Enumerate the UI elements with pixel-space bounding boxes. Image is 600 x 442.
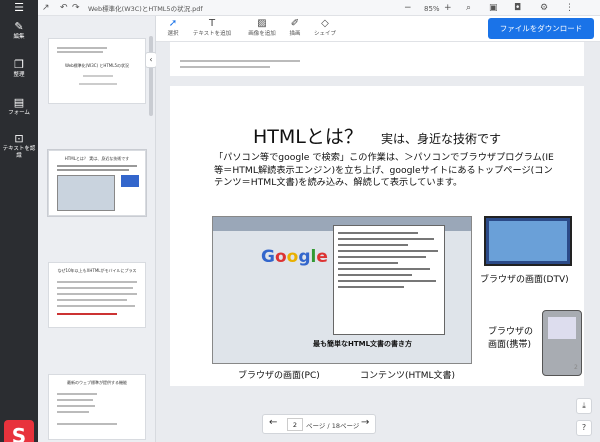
hamburger-menu-icon[interactable]: ☰	[0, 0, 38, 16]
tool-add-image[interactable]: ▨ 画像を追加	[244, 17, 280, 38]
settings-icon[interactable]: ⚙	[540, 2, 548, 14]
pen-icon: ✐	[290, 18, 300, 29]
page-navigator: ← 2 ページ / 18ページ →	[262, 414, 376, 434]
tool-select[interactable]: ➚ 選択	[162, 17, 184, 38]
label-browser-pc: ブラウザの画面(PC)	[238, 371, 320, 381]
download-file-button[interactable]: ファイルをダウンロード	[488, 18, 594, 39]
shape-icon: ◇	[321, 18, 329, 29]
tool-add-text[interactable]: T テキストを追加	[190, 17, 234, 38]
redo-icon[interactable]: ↷	[72, 2, 80, 14]
app-logo: S	[4, 420, 34, 442]
rail-item-edit[interactable]: ✎ 編集	[0, 20, 38, 41]
total-pages-label: ページ / 18ページ	[306, 422, 360, 430]
label-browser-dtv: ブラウザの画面(DTV)	[480, 275, 569, 285]
thumbnail-panel: Web標準化(W3C) とHTML5の状況 HTMLとは？ 実は、身近な技術です…	[38, 16, 156, 442]
window-title: Web標準化(W3C)とHTML5の状況.pdf	[88, 5, 203, 13]
toolbar: ➚ 選択 T テキストを追加 ▨ 画像を追加 ✐ 描画 ◇ シェイプ ファイルを…	[156, 16, 600, 42]
dtv-screenshot	[484, 216, 572, 266]
download-icon[interactable]: ⤓	[576, 398, 592, 414]
image-icon: ▨	[257, 18, 267, 29]
google-logo-image: Google	[261, 247, 328, 267]
pages-icon: ❐	[14, 58, 24, 71]
rail-item-ocr[interactable]: ⊡ テキストを認識	[0, 132, 38, 160]
zoom-in-icon[interactable]: +	[444, 2, 452, 14]
thumbnail-scrollbar[interactable]	[149, 36, 153, 116]
slide-title: HTMLとは？ 実は、身近な技術です	[252, 126, 501, 148]
save-icon[interactable]: ▣	[489, 2, 498, 14]
cursor-icon: ➚	[168, 18, 178, 29]
screenshot-caption: 最も簡単なHTML文書の書き方	[313, 340, 413, 348]
help-icon[interactable]: ?	[576, 420, 592, 436]
ocr-icon: ⊡	[14, 132, 24, 145]
zoom-level[interactable]: 85%	[424, 3, 440, 15]
undo-icon[interactable]: ↶	[60, 2, 68, 14]
pencil-icon: ✎	[14, 20, 24, 33]
label-browser-mobile-2: 画面(携帯)	[488, 340, 532, 350]
prev-page-icon[interactable]: ←	[269, 417, 277, 428]
thumbnail-page-3[interactable]: なぜ10年以上もXHTMLがモバイルにプラス	[48, 262, 146, 328]
label-browser-mobile-1: ブラウザの	[488, 327, 534, 337]
html-source-window	[333, 225, 445, 335]
thumbnail-page-2[interactable]: HTMLとは？ 実は、身近な技術です	[47, 149, 147, 217]
form-icon: ▤	[13, 96, 25, 109]
rail-item-form[interactable]: ▤ フォーム	[0, 96, 38, 117]
thumbnail-page-1[interactable]: Web標準化(W3C) とHTML5の状況	[48, 38, 146, 104]
rail-item-organize[interactable]: ❐ 整理	[0, 58, 38, 79]
left-rail: ☰ ✎ 編集 ❐ 整理 ▤ フォーム ⊡ テキストを認識 S	[0, 0, 38, 442]
current-page-input[interactable]: 2	[287, 418, 303, 431]
zoom-out-icon[interactable]: −	[404, 2, 412, 14]
camera-icon[interactable]: ◘	[514, 2, 521, 14]
browser-screenshot-pc: Google 最も簡単なHTML文書の書き方	[212, 216, 472, 364]
search-icon[interactable]: ⌕	[466, 2, 471, 14]
tool-draw[interactable]: ✐ 描画	[284, 17, 306, 38]
slide-body-text: 「パソコン等でgoogle で検索」この作業は、＞パソコンでブラウザプログラム(…	[214, 152, 554, 189]
label-content-html: コンテンツ(HTML文書)	[360, 371, 456, 381]
current-page: HTMLとは？ 実は、身近な技術です 「パソコン等でgoogle で検索」この作…	[170, 86, 584, 386]
tool-shape[interactable]: ◇ シェイプ	[312, 17, 338, 38]
previous-page	[170, 42, 584, 76]
expand-icon[interactable]: ↗	[42, 2, 50, 14]
text-icon: T	[208, 18, 216, 29]
menu-more-icon[interactable]: ⋮	[565, 2, 574, 14]
document-area: HTMLとは？ 実は、身近な技術です 「パソコン等でgoogle で検索」この作…	[156, 42, 600, 442]
slide-page-number: 2	[574, 364, 578, 371]
thumbnail-page-4[interactable]: 最新のウェブ標準が提供する機能	[48, 374, 146, 440]
title-bar: ↗ ↶ ↷ Web標準化(W3C)とHTML5の状況.pdf − 85% + ⌕…	[0, 0, 600, 16]
next-page-icon[interactable]: →	[361, 417, 369, 428]
